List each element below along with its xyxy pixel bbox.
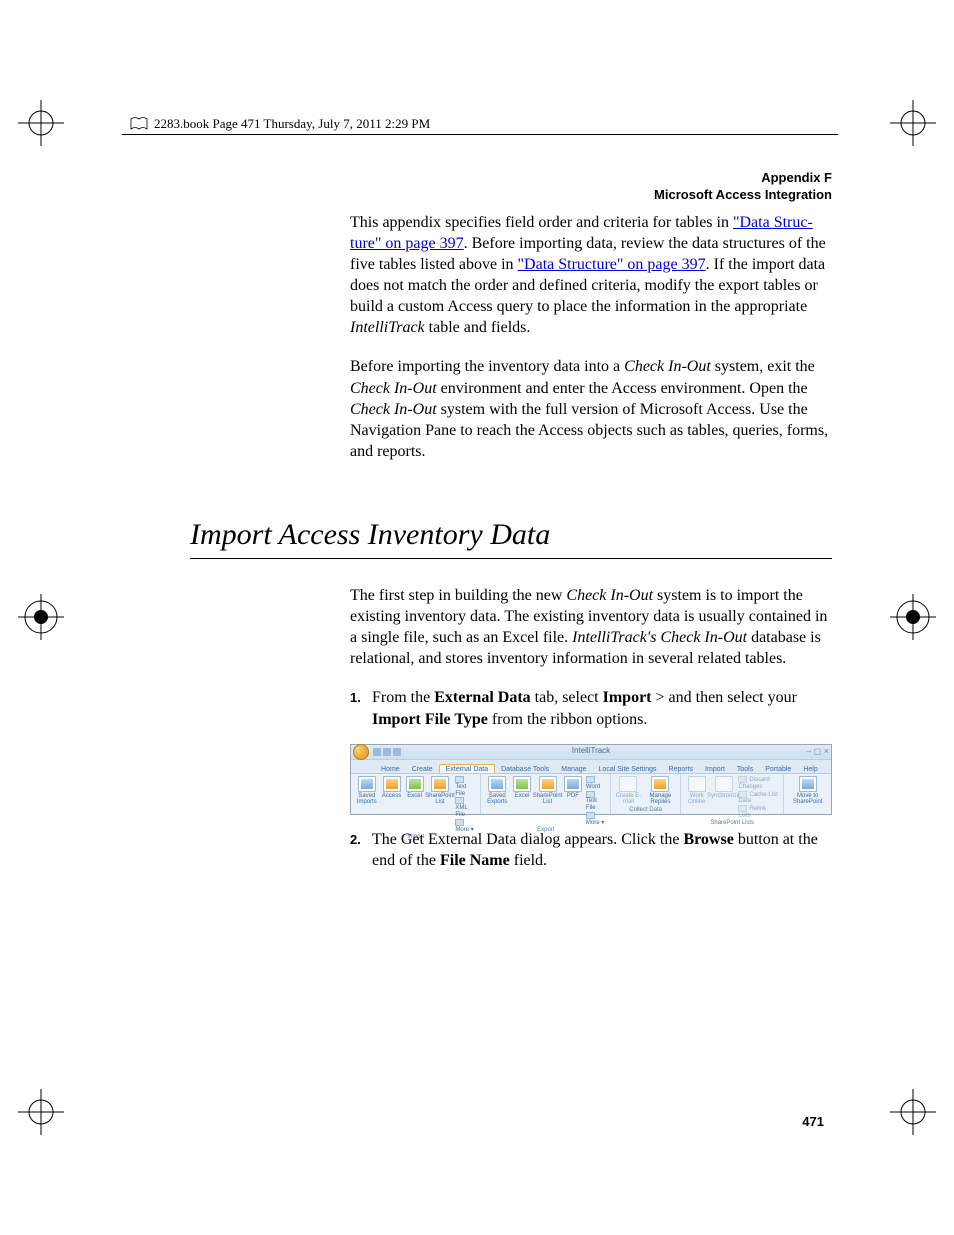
- tab-home[interactable]: Home: [375, 765, 406, 773]
- crop-mark-bottom-left: [18, 1089, 64, 1135]
- ribbon-group-collect: Create E-mail Manage Replies Collect Dat…: [611, 774, 681, 814]
- btn-export-pdf[interactable]: PDF: [563, 776, 583, 799]
- page-number: 471: [802, 1114, 824, 1129]
- section-title-rule: [190, 558, 832, 559]
- header-rule: [122, 134, 838, 135]
- tab-local-site-settings[interactable]: Local Site Settings: [593, 765, 663, 773]
- step-1-number: 1.: [350, 687, 372, 729]
- ribbon-group-collect-label: Collect Data: [615, 807, 676, 814]
- crop-mark-bottom-right: [890, 1089, 936, 1135]
- ribbon-group-splists: Work Online Synchronize Discard Changes …: [681, 774, 784, 814]
- tab-tools[interactable]: Tools: [731, 765, 759, 773]
- btn-import-excel[interactable]: Excel: [405, 776, 425, 799]
- window-controls[interactable]: – ◻ ×: [806, 746, 829, 757]
- crop-mark-mid-right: [890, 594, 936, 640]
- ribbon-group-splists-label: SharePoint Lists: [685, 820, 779, 827]
- ribbon-group-move-label: [788, 813, 827, 814]
- btn-saved-imports[interactable]: Saved Imports: [355, 776, 379, 805]
- tab-external-data[interactable]: External Data: [439, 764, 495, 773]
- btn-saved-exports[interactable]: Saved Exports: [485, 776, 509, 805]
- btn-export-excel[interactable]: Excel: [512, 776, 532, 799]
- ribbon-tabs: Home Create External Data Database Tools…: [351, 760, 831, 774]
- btn-create-email[interactable]: Create E-mail: [615, 776, 641, 805]
- tab-manage[interactable]: Manage: [555, 765, 592, 773]
- btn-synchronize[interactable]: Synchronize: [712, 776, 736, 799]
- step-1: 1. From the External Data tab, select Im…: [350, 687, 832, 729]
- appendix-header: Appendix F Microsoft Access Integration: [190, 170, 832, 204]
- btn-export-sharepoint[interactable]: SharePoint List: [535, 776, 560, 805]
- export-more-list[interactable]: Word Text File More ▾: [586, 776, 606, 827]
- link-data-structure-2[interactable]: "Data Structure" on page 397: [518, 256, 706, 273]
- link-data-structure-1b[interactable]: ture" on page 397: [350, 235, 464, 252]
- splists-more[interactable]: Discard Changes Cache List Data Relink L…: [738, 776, 779, 821]
- intro-paragraph-2: Before importing the inventory data into…: [350, 356, 832, 462]
- ribbon-body: Saved Imports Access Excel SharePoint Li…: [351, 774, 831, 814]
- section-title: Import Access Inventory Data: [190, 518, 832, 552]
- ribbon-screenshot: IntelliTrack – ◻ × Home Create External …: [350, 744, 832, 815]
- appendix-line2: Microsoft Access Integration: [190, 187, 832, 204]
- btn-import-sharepoint[interactable]: SharePoint List: [428, 776, 453, 805]
- appendix-line1: Appendix F: [190, 170, 832, 187]
- tab-import[interactable]: Import: [699, 765, 731, 773]
- crop-mark-top-left: [18, 100, 64, 146]
- step-2: 2. The Get External Data dialog appears.…: [350, 829, 832, 871]
- ribbon-group-move: Move to SharePoint: [784, 774, 831, 814]
- tab-reports[interactable]: Reports: [663, 765, 700, 773]
- tab-create[interactable]: Create: [406, 765, 439, 773]
- btn-import-access[interactable]: Access: [382, 776, 402, 799]
- link-data-structure-1a[interactable]: "Data Struc-: [733, 214, 813, 231]
- book-icon: [130, 117, 148, 131]
- running-header: 2283.book Page 471 Thursday, July 7, 201…: [130, 116, 430, 132]
- intro-paragraph-1: This appendix specifies field order and …: [350, 212, 832, 339]
- tab-portable[interactable]: Portable: [759, 765, 797, 773]
- crop-mark-top-right: [890, 100, 936, 146]
- step-2-number: 2.: [350, 829, 372, 871]
- btn-manage-replies[interactable]: Manage Replies: [645, 776, 676, 805]
- tab-database-tools[interactable]: Database Tools: [495, 765, 555, 773]
- import-more-list[interactable]: Text File XML File More ▾: [455, 776, 476, 834]
- btn-move-to-sharepoint[interactable]: Move to SharePoint: [788, 776, 827, 805]
- ribbon-group-import: Saved Imports Access Excel SharePoint Li…: [351, 774, 481, 814]
- section-intro: The first step in building the new Check…: [350, 585, 832, 669]
- ribbon-group-export: Saved Exports Excel SharePoint List PDF …: [481, 774, 611, 814]
- tab-help[interactable]: Help: [797, 765, 823, 773]
- btn-work-online[interactable]: Work Online: [685, 776, 709, 805]
- window-title: IntelliTrack: [351, 746, 831, 755]
- ribbon-titlebar: IntelliTrack – ◻ ×: [351, 745, 831, 760]
- crop-mark-mid-left: [18, 594, 64, 640]
- running-header-text: 2283.book Page 471 Thursday, July 7, 201…: [154, 116, 430, 132]
